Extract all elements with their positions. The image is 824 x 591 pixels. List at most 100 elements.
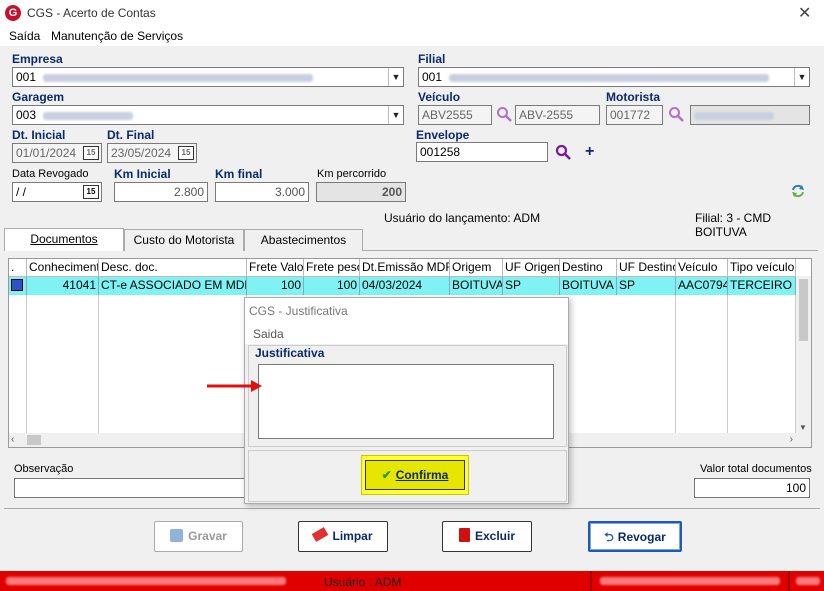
- table-cell[interactable]: AAC0794: [676, 277, 728, 295]
- chevron-right-icon[interactable]: ›: [790, 434, 793, 445]
- chevron-down-icon[interactable]: ▼: [799, 423, 807, 432]
- status-redacted-left: [6, 577, 286, 585]
- table-cell[interactable]: 100: [247, 277, 304, 295]
- dt-inicial-field[interactable]: 01/01/2024 15: [12, 143, 102, 163]
- chevron-down-icon[interactable]: ▼: [388, 68, 403, 86]
- calendar-icon[interactable]: 15: [178, 146, 194, 160]
- motorista-name-redacted: [694, 111, 774, 120]
- envelope-field[interactable]: 001258: [416, 142, 548, 162]
- table-cell[interactable]: TERCEIRO / ...: [728, 277, 796, 295]
- grid-header[interactable]: UF Origem: [503, 259, 560, 277]
- chevron-down-icon[interactable]: ▼: [388, 106, 403, 124]
- chevron-left-icon[interactable]: ‹: [11, 434, 14, 445]
- grid-header[interactable]: Dt.Emissão MDFe: [360, 259, 450, 277]
- km-final-field[interactable]: 3.000: [215, 182, 309, 202]
- scroll-thumb[interactable]: [27, 435, 41, 445]
- dialog-title: CGS - Justificativa: [249, 304, 348, 318]
- grid-header[interactable]: Conhecimento: [27, 259, 99, 277]
- dt-final-field[interactable]: 23/05/2024 15: [107, 143, 197, 163]
- row-selected-indicator: [11, 279, 23, 291]
- chevron-down-icon[interactable]: ▼: [794, 68, 809, 86]
- justificativa-textarea[interactable]: [258, 364, 554, 439]
- grid-header[interactable]: Origem: [450, 259, 503, 277]
- status-separator: [788, 571, 790, 591]
- grid-header[interactable]: Tipo veículo: [728, 259, 796, 277]
- confirma-button[interactable]: ✔ Confirma: [365, 460, 465, 490]
- app-logo-icon: G: [5, 5, 21, 21]
- garagem-name-redacted: [43, 111, 134, 120]
- tab-custo-motorista[interactable]: Custo do Motorista: [124, 229, 244, 251]
- filial-name-redacted: [449, 73, 770, 82]
- grid-header[interactable]: Desc. doc.: [99, 259, 247, 277]
- search-icon[interactable]: [496, 106, 512, 122]
- revogar-label: Revogar: [617, 530, 666, 544]
- data-revogado-field[interactable]: / / 15: [12, 182, 102, 202]
- tab-abastecimentos[interactable]: Abastecimentos: [244, 229, 363, 251]
- dt-inicial-label: Dt. Inicial: [12, 128, 66, 142]
- data-revogado-label: Data Revogado: [12, 168, 89, 180]
- table-cell[interactable]: 04/03/2024: [360, 277, 450, 295]
- table-cell[interactable]: SP: [503, 277, 560, 295]
- revogar-button[interactable]: ⮌ Revogar: [588, 521, 682, 552]
- status-redacted-end: [796, 577, 820, 585]
- tab-abastecimentos-label: Abastecimentos: [260, 233, 347, 247]
- excluir-button[interactable]: Excluir: [442, 521, 532, 552]
- limpar-button[interactable]: Limpar: [298, 521, 388, 552]
- filial-value: 001: [422, 70, 443, 84]
- empresa-name-redacted: [43, 73, 314, 82]
- table-cell[interactable]: CT-e ASSOCIADO EM MDF-e: [99, 277, 247, 295]
- add-icon[interactable]: +: [585, 143, 594, 161]
- grid-header[interactable]: Destino: [560, 259, 617, 277]
- data-revogado-value: / /: [16, 185, 27, 199]
- confirma-label: Confirma: [395, 468, 449, 482]
- grid-header[interactable]: .: [9, 259, 27, 277]
- grid-header[interactable]: Frete peso: [304, 259, 360, 277]
- scroll-thumb[interactable]: [799, 279, 808, 341]
- close-icon[interactable]: ✕: [798, 3, 811, 23]
- tab-documentos-label: Documentos: [30, 232, 98, 246]
- grid-header[interactable]: Veículo: [676, 259, 728, 277]
- row-selector[interactable]: [9, 277, 27, 295]
- table-cell[interactable]: SP: [617, 277, 676, 295]
- dialog-menu-saida[interactable]: Saida: [253, 327, 284, 341]
- motorista-code-field[interactable]: 001772: [606, 105, 663, 125]
- search-icon[interactable]: [668, 106, 684, 122]
- km-final-label: Km final: [215, 167, 263, 181]
- grid-header[interactable]: UF Destino: [617, 259, 676, 277]
- undo-icon: ⮌: [604, 530, 614, 544]
- usuario-lancamento-text: Usuário do lançamento: ADM: [384, 211, 541, 225]
- observacao-field[interactable]: [14, 478, 249, 498]
- km-inicial-label: Km Inicial: [114, 167, 171, 181]
- filial-select[interactable]: 001 ▼: [418, 67, 810, 87]
- calendar-icon[interactable]: 15: [83, 146, 99, 160]
- veiculo-code-field[interactable]: ABV2555: [418, 105, 492, 125]
- garagem-select[interactable]: 003 ▼: [12, 105, 404, 125]
- tab-documentos[interactable]: Documentos: [4, 228, 124, 251]
- status-redacted-right: [600, 577, 780, 585]
- annotation-arrow-icon: [207, 380, 262, 392]
- menu-saida[interactable]: Saída: [9, 29, 40, 43]
- table-cell[interactable]: 41041: [27, 277, 99, 295]
- gravar-button[interactable]: Gravar: [154, 521, 243, 552]
- motorista-name-field[interactable]: [690, 105, 810, 125]
- garagem-label: Garagem: [12, 90, 65, 104]
- valor-total-label: Valor total documentos: [700, 463, 812, 475]
- table-cell[interactable]: BOITUVA: [560, 277, 617, 295]
- filial-label: Filial: [418, 52, 446, 66]
- table-cell[interactable]: 100: [304, 277, 360, 295]
- observacao-label: Observação: [14, 463, 74, 475]
- calendar-icon[interactable]: 15: [83, 185, 99, 199]
- km-inicial-field[interactable]: 2.800: [114, 182, 208, 202]
- veiculo-label: Veículo: [418, 90, 461, 104]
- veiculo-plate-field[interactable]: ABV-2555: [515, 105, 600, 125]
- excluir-label: Excluir: [474, 529, 516, 543]
- menu-manutencao-servicos[interactable]: Manutenção de Serviços: [51, 29, 183, 43]
- empresa-select[interactable]: 001 ▼: [12, 67, 404, 87]
- table-cell[interactable]: BOITUVA: [450, 277, 503, 295]
- trash-icon: [458, 528, 470, 542]
- status-bar: Usuário : ADM: [0, 571, 824, 591]
- grid-header[interactable]: Frete Valor: [247, 259, 304, 277]
- refresh-icon[interactable]: [790, 183, 806, 199]
- grid-vertical-scrollbar[interactable]: ▼: [796, 276, 811, 433]
- search-icon[interactable]: [555, 144, 571, 160]
